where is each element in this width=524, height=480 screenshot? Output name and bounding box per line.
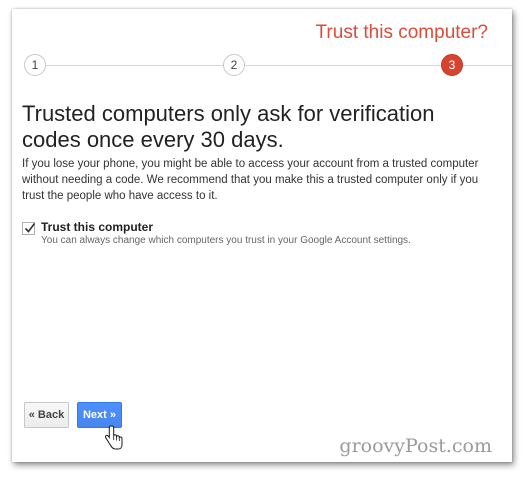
step-1-indicator: 1 bbox=[24, 54, 46, 76]
verification-panel: Trust this computer? 1 2 3 Trusted compu… bbox=[12, 9, 512, 462]
headline: Trusted computers only ask for verificat… bbox=[22, 101, 435, 152]
step-2-indicator: 2 bbox=[223, 54, 245, 76]
step-3-indicator: 3 bbox=[441, 54, 463, 76]
back-button[interactable]: « Back bbox=[24, 402, 69, 428]
trust-computer-checkbox[interactable] bbox=[22, 222, 36, 235]
description-text: If you lose your phone, you might be abl… bbox=[22, 158, 479, 202]
watermark-logo: groovyPost.com bbox=[339, 435, 492, 457]
mouse-pointer-icon bbox=[105, 425, 123, 450]
step-title: Trust this computer? bbox=[315, 22, 488, 43]
checkmark-icon bbox=[24, 223, 36, 233]
trust-computer-help-text: You can always change which computers yo… bbox=[41, 235, 411, 246]
trust-computer-label[interactable]: Trust this computer bbox=[41, 220, 153, 234]
